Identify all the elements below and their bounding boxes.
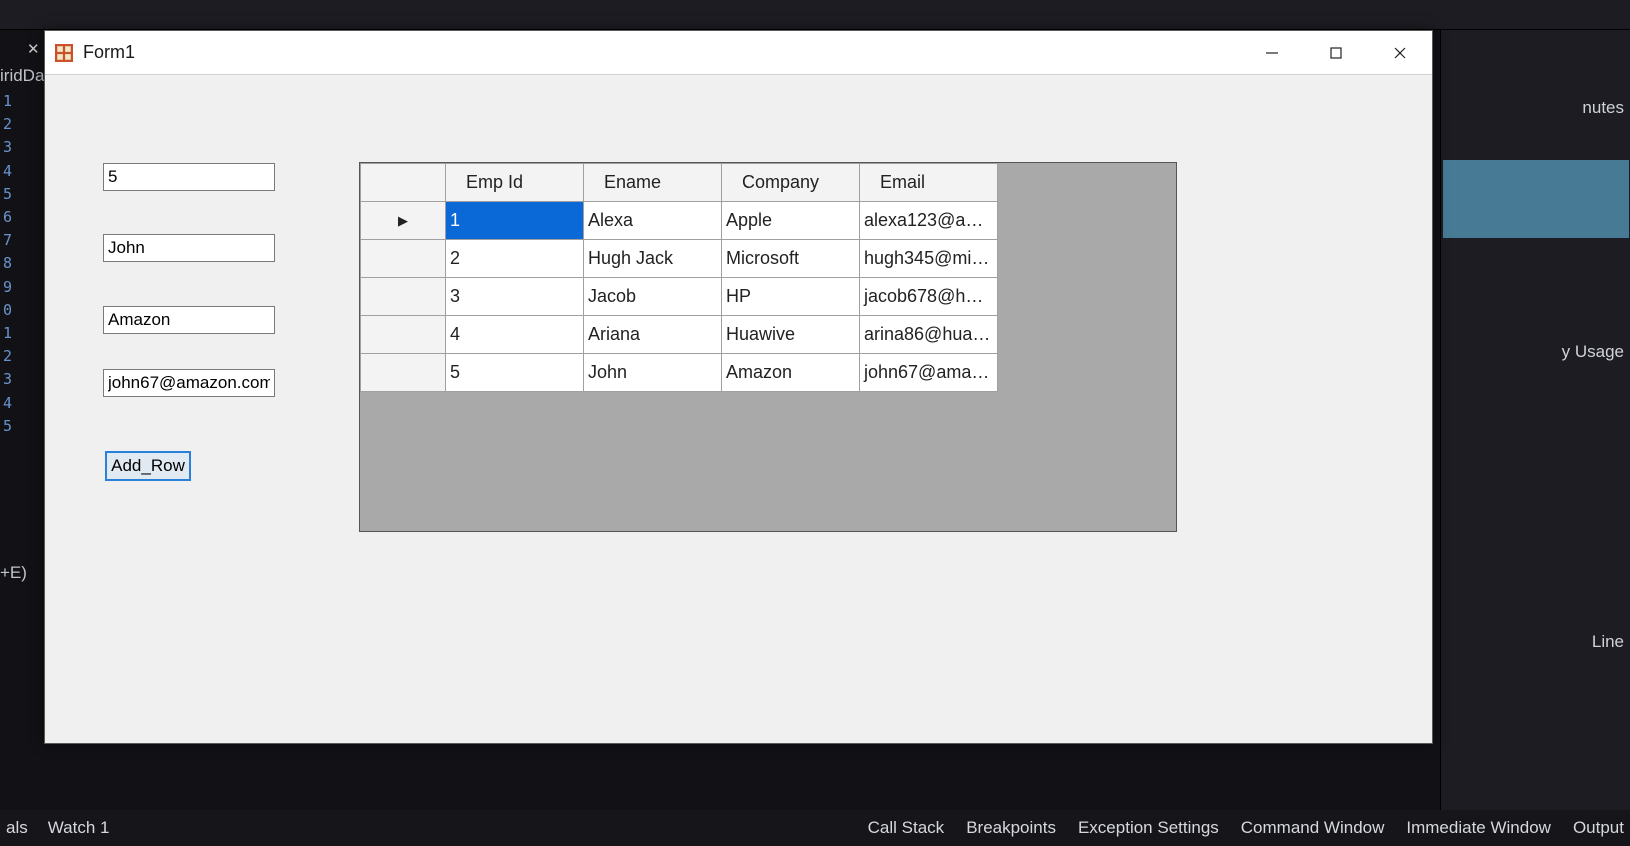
cell-company[interactable]: Apple <box>722 202 860 240</box>
grid-corner[interactable] <box>361 164 446 202</box>
row-header[interactable] <box>361 278 446 316</box>
bottom-tab[interactable]: Exception Settings <box>1078 818 1219 838</box>
form-body: Add_Row Emp Id Ename Company Email ▶1Ale… <box>45 75 1432 743</box>
table-row[interactable]: 3JacobHPjacob678@hp.io <box>361 278 998 316</box>
window-title: Form1 <box>83 42 135 63</box>
ide-right-panel: nutes y Usage Line <box>1440 30 1630 810</box>
cell-email[interactable]: jacob678@hp.io <box>860 278 998 316</box>
table-row[interactable]: 4ArianaHuawivearina86@huawei... <box>361 316 998 354</box>
bottom-tab[interactable]: Output <box>1573 818 1624 838</box>
cell-ename[interactable]: Ariana <box>584 316 722 354</box>
line-number: 5 <box>0 183 14 206</box>
line-number: 1 <box>0 90 14 113</box>
close-button[interactable] <box>1368 31 1432 74</box>
cell-empid[interactable]: 2 <box>446 240 584 278</box>
bottom-tab[interactable]: Call Stack <box>868 818 945 838</box>
bottom-tab[interactable]: Watch 1 <box>48 818 110 838</box>
line-number: 0 <box>0 299 14 322</box>
cell-email[interactable]: alexa123@apple.io <box>860 202 998 240</box>
cell-empid[interactable]: 5 <box>446 354 584 392</box>
cell-company[interactable]: Huawive <box>722 316 860 354</box>
right-panel-fragment: Line <box>1592 632 1624 652</box>
close-icon[interactable]: ✕ <box>27 40 40 58</box>
ename-input[interactable] <box>103 234 275 262</box>
ide-bottom-bar: als Watch 1 Call Stack Breakpoints Excep… <box>0 810 1630 846</box>
cell-empid[interactable]: 1 <box>446 202 584 240</box>
bottom-tab[interactable]: Breakpoints <box>966 818 1056 838</box>
grid-header-email[interactable]: Email <box>860 164 998 202</box>
line-number: 1 <box>0 322 14 345</box>
line-number: 9 <box>0 276 14 299</box>
cell-email[interactable]: john67@amazon.... <box>860 354 998 392</box>
line-number: 7 <box>0 229 14 252</box>
line-number: 4 <box>0 392 14 415</box>
bottom-tab[interactable]: Command Window <box>1241 818 1385 838</box>
email-input[interactable] <box>103 369 275 397</box>
emp-id-input[interactable] <box>103 163 275 191</box>
bottom-tab[interactable]: als <box>6 818 28 838</box>
form-window: Form1 Add_Row Emp Id <box>44 30 1433 744</box>
right-panel-fragment: y Usage <box>1562 342 1624 362</box>
cell-company[interactable]: HP <box>722 278 860 316</box>
line-number: 5 <box>0 415 14 438</box>
ide-top-bar <box>0 0 1630 30</box>
app-icon <box>55 44 73 62</box>
cell-ename[interactable]: John <box>584 354 722 392</box>
row-header[interactable] <box>361 316 446 354</box>
line-number: 3 <box>0 368 14 391</box>
cell-ename[interactable]: Hugh Jack <box>584 240 722 278</box>
ide-shortcut-fragment: +E) <box>0 563 27 583</box>
line-number: 8 <box>0 252 14 275</box>
add-row-button[interactable]: Add_Row <box>105 451 191 481</box>
cell-company[interactable]: Amazon <box>722 354 860 392</box>
cell-ename[interactable]: Jacob <box>584 278 722 316</box>
line-number: 2 <box>0 113 14 136</box>
cell-empid[interactable]: 4 <box>446 316 584 354</box>
ide-tab-fragment: iridDa <box>0 66 44 86</box>
table-row[interactable]: 2Hugh JackMicrosofthugh345@micros... <box>361 240 998 278</box>
grid-header-company[interactable]: Company <box>722 164 860 202</box>
minimize-button[interactable] <box>1240 31 1304 74</box>
line-number: 6 <box>0 206 14 229</box>
titlebar[interactable]: Form1 <box>45 31 1432 75</box>
cell-ename[interactable]: Alexa <box>584 202 722 240</box>
maximize-button[interactable] <box>1304 31 1368 74</box>
data-grid[interactable]: Emp Id Ename Company Email ▶1AlexaApplea… <box>359 162 1177 532</box>
grid-header-empid[interactable]: Emp Id <box>446 164 584 202</box>
table-row[interactable]: ▶1AlexaApplealexa123@apple.io <box>361 202 998 240</box>
cell-company[interactable]: Microsoft <box>722 240 860 278</box>
grid-header-ename[interactable]: Ename <box>584 164 722 202</box>
cell-email[interactable]: arina86@huawei... <box>860 316 998 354</box>
bottom-tab[interactable]: Immediate Window <box>1406 818 1551 838</box>
right-panel-graph <box>1443 160 1629 238</box>
row-header[interactable] <box>361 354 446 392</box>
row-header[interactable] <box>361 240 446 278</box>
line-number: 2 <box>0 345 14 368</box>
line-number: 3 <box>0 136 14 159</box>
row-header[interactable]: ▶ <box>361 202 446 240</box>
cell-empid[interactable]: 3 <box>446 278 584 316</box>
table-row[interactable]: 5JohnAmazonjohn67@amazon.... <box>361 354 998 392</box>
ide-line-gutter: 123456789012345 <box>0 90 14 438</box>
cell-email[interactable]: hugh345@micros... <box>860 240 998 278</box>
company-input[interactable] <box>103 306 275 334</box>
right-panel-fragment: nutes <box>1582 98 1624 118</box>
line-number: 4 <box>0 160 14 183</box>
